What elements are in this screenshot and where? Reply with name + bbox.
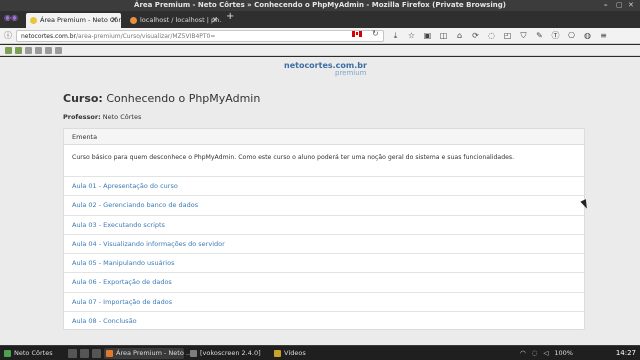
course-description: Curso básico para quem desconhece o PhpM…	[64, 145, 584, 177]
folder-icon	[274, 350, 281, 357]
home-icon[interactable]: ⌂	[454, 30, 465, 41]
minimize-button[interactable]: –	[604, 0, 608, 11]
menu-icon[interactable]: ≡	[598, 30, 609, 41]
lesson-link-01[interactable]: Aula 01 - Apresentação do curso	[64, 177, 584, 197]
tab-area-premium[interactable]: Área Premium - Neto Côr... ✕	[26, 13, 121, 28]
professor-name: Neto Côrtes	[102, 113, 142, 121]
lesson-link-06[interactable]: Aula 06 - Exportação de dados	[64, 273, 584, 293]
start-menu-button[interactable]: Neto Côrtes	[2, 348, 53, 359]
favicon-icon	[30, 17, 37, 24]
clock[interactable]: 14:27	[616, 348, 636, 359]
taskbar-item-videos[interactable]: Vídeos	[272, 348, 332, 359]
tab-label: localhost / localhost | ph...	[140, 16, 222, 24]
extension-icon[interactable]: ⎔	[566, 30, 577, 41]
course-label: Curso:	[63, 92, 103, 105]
bookmark-star-icon[interactable]: ☆	[406, 30, 417, 41]
url-path: /area-premium/Curso/visualizar/MZ5VIB4PT…	[76, 33, 216, 40]
url-host: netocortes.com.br	[21, 33, 77, 40]
translate-icon[interactable]: Ⓣ	[550, 30, 561, 41]
screenshot-icon[interactable]: ◫	[438, 30, 449, 41]
private-browsing-icon: ◉◉	[4, 13, 18, 22]
window-titlebar: Área Premium - Neto Côrtes » Conhecendo …	[0, 0, 640, 11]
download-icon[interactable]: ⤓	[390, 30, 401, 41]
start-icon	[4, 350, 11, 357]
lock-icon[interactable]: ▣	[422, 30, 433, 41]
globe-icon[interactable]: ◍	[582, 30, 593, 41]
bookmarks-toolbar	[0, 45, 640, 56]
tab-label: Área Premium - Neto Côr...	[40, 16, 121, 24]
pocket-icon[interactable]: ◰	[502, 30, 513, 41]
site-logo[interactable]: netocortes.com.br premium	[284, 61, 367, 77]
taskbar-item-firefox[interactable]: Área Premium - Neto ...	[104, 348, 192, 359]
lesson-link-08[interactable]: Aula 08 - Conclusão	[64, 312, 584, 331]
logo-sub: premium	[335, 69, 367, 77]
canada-flag-icon	[352, 31, 362, 37]
syllabus-panel: Ementa Curso básico para quem desconhece…	[63, 128, 585, 330]
reload-icon[interactable]: ↻	[372, 29, 379, 38]
lesson-link-03[interactable]: Aula 03 - Executando scripts	[64, 216, 584, 235]
close-window-button[interactable]: ✕	[628, 0, 634, 11]
shield-icon[interactable]: ⛉	[518, 30, 529, 41]
new-tab-button[interactable]: +	[226, 11, 234, 22]
lesson-link-07[interactable]: Aula 07 - Importação de dados	[64, 293, 584, 313]
taskbar-item-vokoscreen[interactable]: [vokoscreen 2.4.0]	[188, 348, 268, 359]
taskbar-item-label: Área Premium - Neto ...	[116, 349, 193, 357]
battery-level[interactable]: 100%	[554, 348, 573, 359]
tab-phpmyadmin[interactable]: localhost / localhost | ph... ✕	[126, 13, 222, 28]
url-bar[interactable]: netocortes.com.br/area-premium/Curso/vis…	[16, 30, 384, 42]
page-title: Curso: Conhecendo o PhpMyAdmin	[63, 92, 260, 105]
taskbar: Neto Côrtes Área Premium - Neto ... [vok…	[0, 345, 640, 360]
bookmark-icon[interactable]	[55, 47, 62, 54]
launcher-icon[interactable]	[68, 349, 77, 358]
bookmark-icon[interactable]	[35, 47, 42, 54]
start-label: Neto Côrtes	[14, 349, 53, 357]
info-icon[interactable]: ⓘ	[4, 30, 12, 41]
taskbar-item-label: Vídeos	[284, 349, 306, 357]
favicon-icon	[130, 17, 137, 24]
maximize-button[interactable]: ▢	[616, 0, 623, 11]
launcher-icon[interactable]	[92, 349, 101, 358]
page-content: netocortes.com.br premium Curso: Conhece…	[0, 57, 640, 345]
wifi-icon[interactable]: ◠	[520, 348, 526, 359]
professor-line: Professor: Neto Côrtes	[63, 113, 141, 121]
panel-heading: Ementa	[64, 129, 584, 145]
lesson-link-04[interactable]: Aula 04 - Visualizando informações do se…	[64, 235, 584, 255]
navigation-toolbar: ⓘ netocortes.com.br/area-premium/Curso/v…	[0, 28, 640, 44]
chat-icon[interactable]: ◌	[532, 348, 538, 359]
bookmark-icon[interactable]	[15, 47, 22, 54]
bookmark-icon[interactable]	[5, 47, 12, 54]
bookmark-icon[interactable]	[25, 47, 32, 54]
taskbar-item-label: [vokoscreen 2.4.0]	[200, 349, 261, 357]
toolbar-icons: ⤓ ☆ ▣ ◫ ⌂ ⟳ ◌ ◰ ⛉ ✎ Ⓣ ⎔ ◍ ≡	[390, 30, 609, 42]
close-tab-icon[interactable]: ✕	[212, 13, 218, 28]
window-title: Área Premium - Neto Côrtes » Conhecendo …	[134, 1, 506, 9]
system-tray: ◠ ◌ ◁ 100%	[520, 348, 573, 359]
sync-icon[interactable]: ⟳	[470, 30, 481, 41]
lesson-link-05[interactable]: Aula 05 - Manipulando usuários	[64, 254, 584, 274]
professor-label: Professor:	[63, 113, 101, 121]
launcher-icon[interactable]	[80, 349, 89, 358]
firefox-icon	[106, 350, 113, 357]
course-name: Conhecendo o PhpMyAdmin	[106, 92, 261, 105]
tab-strip: ◉◉ Área Premium - Neto Côr... ✕ localhos…	[0, 11, 640, 28]
bookmark-icon[interactable]	[45, 47, 52, 54]
chat-icon[interactable]: ◌	[486, 30, 497, 41]
vokoscreen-icon	[190, 350, 197, 357]
lesson-link-02[interactable]: Aula 02 - Gerenciando banco de dados	[64, 196, 584, 216]
pen-icon[interactable]: ✎	[534, 30, 545, 41]
volume-icon[interactable]: ◁	[543, 348, 548, 359]
close-tab-icon[interactable]: ✕	[111, 13, 117, 28]
